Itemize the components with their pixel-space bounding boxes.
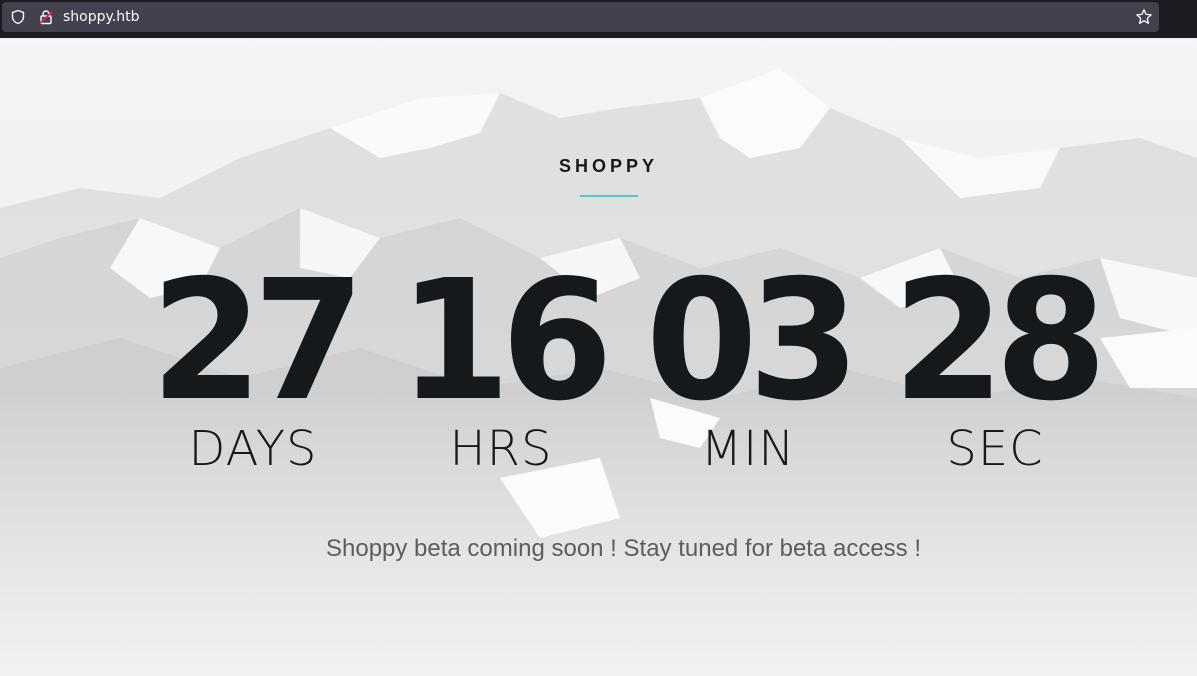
countdown-days: 27 DAYS	[138, 245, 368, 476]
star-icon[interactable]	[1135, 8, 1153, 26]
shield-icon[interactable]	[10, 9, 26, 25]
countdown-minutes-value: 03	[645, 245, 860, 438]
countdown-minutes: 03 MIN	[633, 245, 863, 476]
browser-toolbar: shoppy.htb	[0, 0, 1197, 38]
countdown-hours-value: 16	[398, 245, 613, 438]
countdown-days-value: 27	[150, 245, 365, 438]
tagline: Shoppy beta coming soon ! Stay tuned for…	[325, 535, 922, 562]
countdown-seconds: 28 SEC	[880, 245, 1110, 476]
countdown-seconds-value: 28	[892, 245, 1107, 438]
countdown-timer: 27 DAYS 16 HRS 03 MIN 28 SEC	[0, 38, 1197, 676]
address-bar[interactable]: shoppy.htb	[2, 2, 1159, 32]
page-content: SHOPPY 27 DAYS 16 HRS 03 MIN 28 SEC Shop…	[0, 38, 1197, 676]
url-text[interactable]: shoppy.htb	[63, 9, 140, 25]
lock-icon[interactable]	[38, 9, 54, 25]
countdown-hours: 16 HRS	[386, 245, 616, 476]
